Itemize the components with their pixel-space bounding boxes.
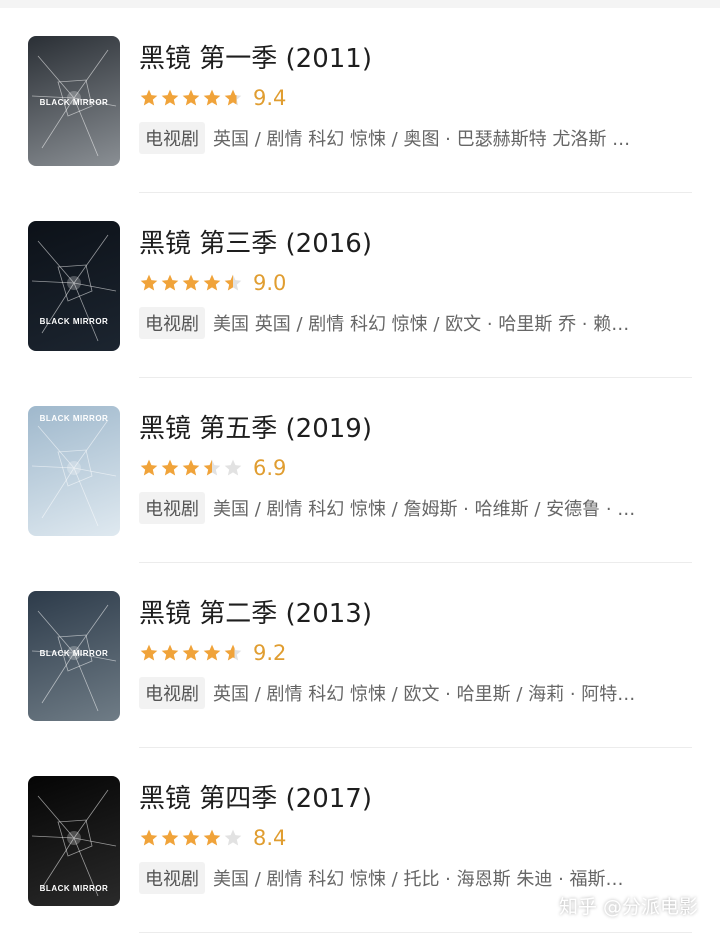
star-rating [139,828,243,848]
poster-image[interactable]: BLACK MIRROR [28,591,120,721]
rating-row: 9.4 [139,85,286,111]
meta-info: 美国 / 剧情 科幻 惊悚 / 詹姆斯 · 哈维斯 / 安德鲁 · … [213,499,636,520]
item-title[interactable]: 黑镜 第一季 (2011) [139,38,372,75]
star-icon [224,829,242,846]
list-item[interactable]: BLACK MIRROR 黑镜 第一季 (2011) 9.4 电视剧 英国 / … [0,8,720,193]
poster-title-text: BLACK MIRROR [39,884,109,893]
star-icon [161,829,179,846]
star-icon [182,829,200,846]
category-tag: 电视剧 [139,492,205,524]
rating-score: 8.4 [253,826,287,850]
meta-info: 美国 / 剧情 科幻 惊悚 / 托比 · 海恩斯 朱迪 · 福斯… [213,869,624,890]
star-icon [140,89,158,106]
category-tag: 电视剧 [139,307,205,339]
star-icon [161,644,179,661]
category-tag: 电视剧 [139,677,205,709]
star-icon [182,274,200,291]
item-title[interactable]: 黑镜 第三季 (2016) [139,223,372,260]
meta-row: 电视剧 美国 / 剧情 科幻 惊悚 / 托比 · 海恩斯 朱迪 · 福斯… [139,862,681,894]
star-rating [139,273,243,293]
meta-row: 电视剧 英国 / 剧情 科幻 惊悚 / 奥图 · 巴瑟赫斯特 尤洛斯 … [139,122,681,154]
poster-image[interactable]: BLACK MIRROR [28,36,120,166]
star-icon [203,274,221,291]
rating-score: 6.9 [253,456,287,480]
star-icon [182,644,200,661]
star-icon [203,829,221,846]
star-icon [224,459,242,476]
star-icon [224,89,242,106]
category-tag: 电视剧 [139,862,205,894]
rating-row: 6.9 [139,455,286,481]
star-icon [203,644,221,661]
star-icon [203,89,221,106]
rating-score: 9.2 [253,641,287,665]
star-icon [182,459,200,476]
category-tag: 电视剧 [139,122,205,154]
meta-row: 电视剧 美国 英国 / 剧情 科幻 惊悚 / 欧文 · 哈里斯 乔 · 赖… [139,307,681,339]
rating-score: 9.4 [253,86,287,110]
divider [139,932,692,933]
star-icon [161,89,179,106]
poster-image[interactable]: BLACK MIRROR [28,221,120,351]
item-title[interactable]: 黑镜 第四季 (2017) [139,778,372,815]
star-icon [140,829,158,846]
rating-score: 9.0 [253,271,287,295]
poster-title-text: BLACK MIRROR [39,98,109,107]
star-icon [224,274,242,291]
meta-info: 英国 / 剧情 科幻 惊悚 / 欧文 · 哈里斯 / 海莉 · 阿特… [213,684,636,705]
poster-image[interactable]: BLACK MIRROR [28,776,120,906]
star-icon [224,644,242,661]
poster-image[interactable]: BLACK MIRROR [28,406,120,536]
poster-title-text: BLACK MIRROR [39,649,109,658]
star-icon [203,459,221,476]
list-item[interactable]: BLACK MIRROR 黑镜 第三季 (2016) 9.0 电视剧 美国 英国… [0,193,720,378]
star-icon [161,459,179,476]
star-icon [140,459,158,476]
list-item[interactable]: BLACK MIRROR 黑镜 第二季 (2013) 9.2 电视剧 英国 / … [0,563,720,748]
star-icon [140,274,158,291]
list-item[interactable]: BLACK MIRROR 黑镜 第五季 (2019) 6.9 电视剧 美国 / … [0,378,720,563]
star-rating [139,88,243,108]
poster-title-text: BLACK MIRROR [39,317,109,326]
top-bar [0,0,720,8]
star-icon [140,644,158,661]
item-title[interactable]: 黑镜 第五季 (2019) [139,408,372,445]
star-rating [139,458,243,478]
rating-row: 8.4 [139,825,286,851]
meta-info: 美国 英国 / 剧情 科幻 惊悚 / 欧文 · 哈里斯 乔 · 赖… [213,314,630,335]
rating-row: 9.2 [139,640,286,666]
star-rating [139,643,243,663]
meta-info: 英国 / 剧情 科幻 惊悚 / 奥图 · 巴瑟赫斯特 尤洛斯 … [213,129,631,150]
meta-row: 电视剧 英国 / 剧情 科幻 惊悚 / 欧文 · 哈里斯 / 海莉 · 阿特… [139,677,681,709]
meta-row: 电视剧 美国 / 剧情 科幻 惊悚 / 詹姆斯 · 哈维斯 / 安德鲁 · … [139,492,681,524]
star-icon [182,89,200,106]
watermark: 知乎 @分派电影 [558,896,698,918]
item-title[interactable]: 黑镜 第二季 (2013) [139,593,372,630]
star-icon [161,274,179,291]
poster-title-text: BLACK MIRROR [39,414,109,423]
rating-row: 9.0 [139,270,286,296]
